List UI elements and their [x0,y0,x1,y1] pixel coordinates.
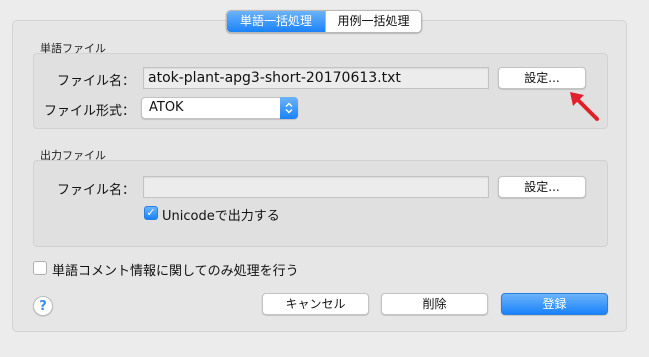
tab-word-batch[interactable]: 単語一括処理 [227,11,325,32]
annotation-arrow-icon [570,92,599,121]
register-button[interactable]: 登録 [501,293,608,315]
unicode-label: Unicodeで出力する [162,209,280,224]
tab-bar: 単語一括処理 用例一括処理 [226,10,422,33]
chevron-updown-icon [280,97,298,119]
output-filename-field[interactable] [143,176,489,198]
file-format-label: ファイル形式： [43,104,135,119]
word-filename-label: ファイル名： [56,74,135,89]
comment-only-checkbox[interactable] [33,261,47,275]
output-file-settings-button[interactable]: 設定... [498,176,586,198]
delete-button[interactable]: 削除 [381,293,488,315]
tab-example-batch[interactable]: 用例一括処理 [325,11,421,32]
word-file-settings-button[interactable]: 設定... [498,67,586,89]
file-format-select[interactable]: ATOK [141,97,298,119]
output-file-group [33,160,608,247]
comment-only-label: 単語コメント情報に関してのみ処理を行う [52,264,299,279]
cancel-button[interactable]: キャンセル [262,293,369,315]
file-format-value: ATOK [149,100,184,115]
unicode-checkbox[interactable]: ✓ [144,206,158,220]
output-filename-label: ファイル名： [56,183,135,198]
help-button[interactable]: ? [33,296,53,316]
word-filename-field[interactable]: atok-plant-apg3-short-20170613.txt [143,67,489,89]
